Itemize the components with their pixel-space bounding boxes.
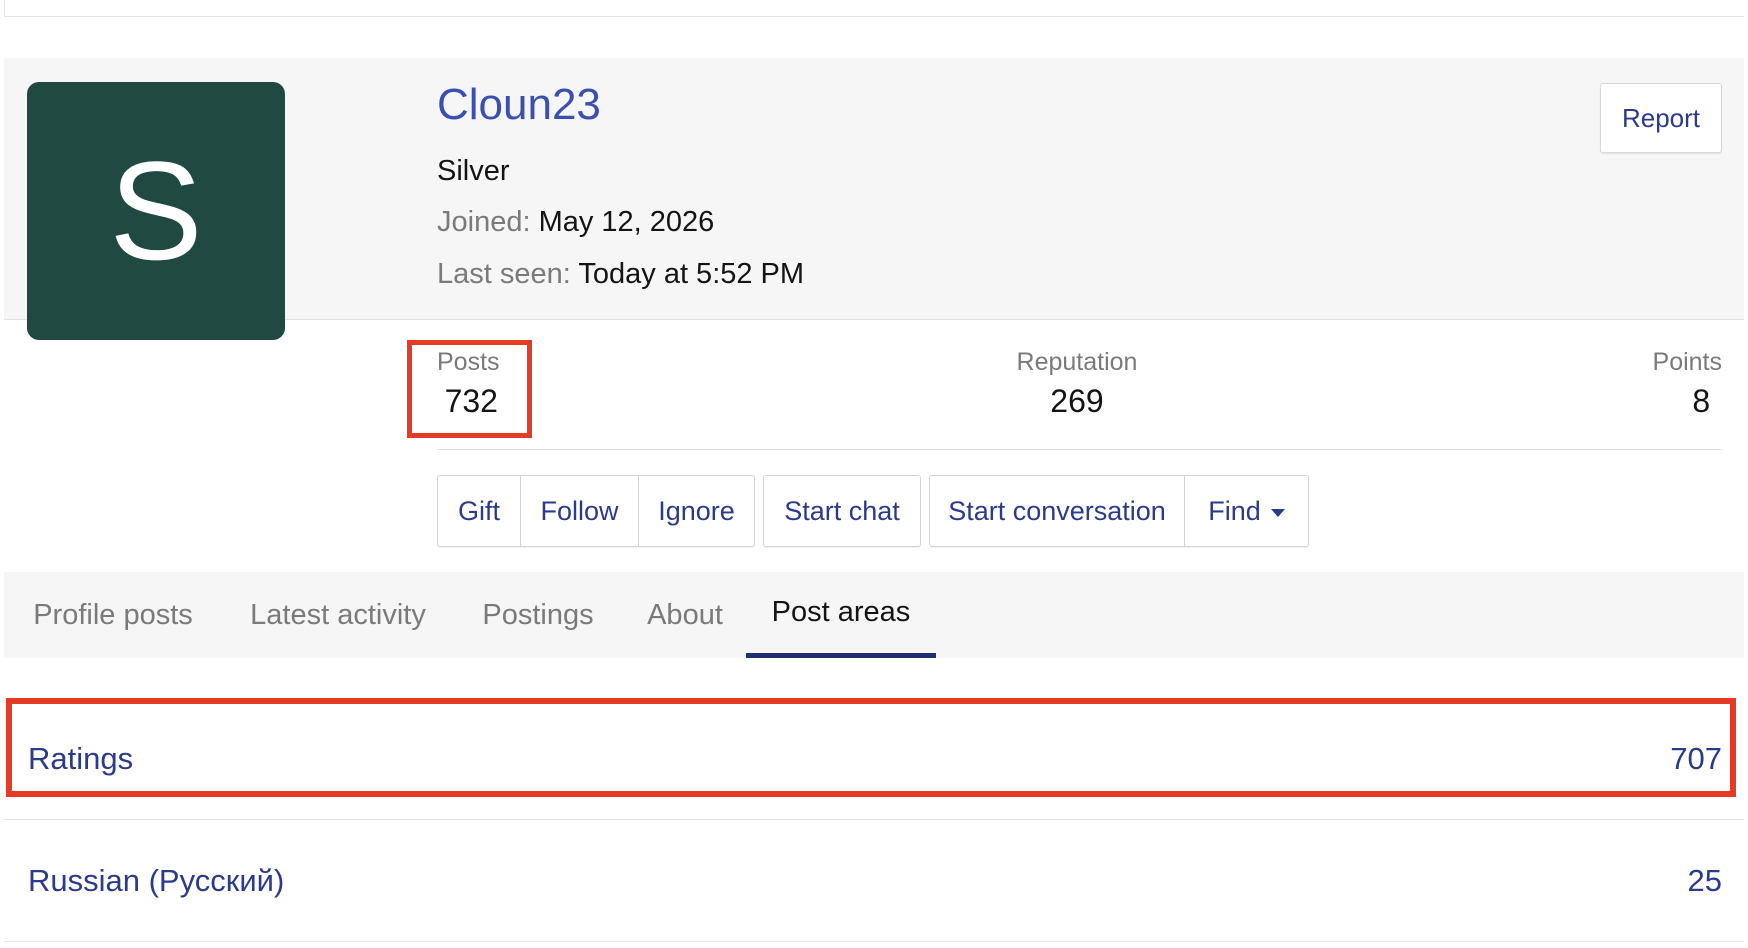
tab-latest-activity[interactable]: Latest activity bbox=[243, 572, 433, 658]
list-item[interactable]: Russian (Русский) 25 bbox=[4, 820, 1744, 942]
username-link[interactable]: Cloun23 bbox=[437, 80, 601, 130]
last-seen-info: Last seen: Today at 5:52 PM bbox=[437, 258, 804, 291]
joined-label: Joined: bbox=[437, 206, 531, 238]
start-conversation-button[interactable]: Start conversation bbox=[930, 476, 1184, 546]
stat-points: Points 8 bbox=[1653, 348, 1722, 420]
tab-about[interactable]: About bbox=[640, 572, 730, 658]
points-value: 8 bbox=[1692, 383, 1711, 419]
last-seen-value: Today at 5:52 PM bbox=[578, 258, 805, 290]
joined-info: Joined: May 12, 2026 bbox=[437, 206, 714, 239]
report-button[interactable]: Report bbox=[1600, 83, 1722, 153]
stat-reputation: Reputation 269 bbox=[1012, 348, 1142, 420]
reputation-label: Reputation bbox=[1016, 348, 1138, 376]
stats-bar: Posts 732 Reputation 269 Points 8 bbox=[437, 320, 1722, 450]
find-dropdown-button[interactable]: Find bbox=[1184, 476, 1308, 546]
find-label: Find bbox=[1208, 495, 1261, 526]
chevron-down-icon bbox=[1270, 508, 1285, 517]
top-divider bbox=[4, 0, 1744, 17]
post-area-name[interactable]: Russian (Русский) bbox=[28, 863, 284, 899]
action-group-primary: Gift Follow Ignore bbox=[437, 475, 755, 547]
avatar[interactable]: S bbox=[27, 82, 285, 340]
action-group-conversation: Start conversation Find bbox=[929, 475, 1309, 547]
user-title: Silver bbox=[437, 155, 510, 187]
gift-button[interactable]: Gift bbox=[438, 476, 520, 546]
last-seen-label: Last seen: bbox=[437, 258, 571, 290]
ignore-button[interactable]: Ignore bbox=[638, 476, 754, 546]
start-chat-button[interactable]: Start chat bbox=[764, 476, 920, 546]
tab-postings[interactable]: Postings bbox=[478, 572, 598, 658]
tab-post-areas[interactable]: Post areas bbox=[746, 572, 936, 658]
posts-highlight-box bbox=[407, 340, 532, 438]
joined-value: May 12, 2026 bbox=[538, 206, 715, 238]
follow-button[interactable]: Follow bbox=[520, 476, 638, 546]
profile-tabs: Profile posts Latest activity Postings A… bbox=[4, 572, 1744, 658]
points-label: Points bbox=[1652, 348, 1722, 376]
reputation-value: 269 bbox=[1050, 383, 1104, 419]
action-group-chat: Start chat bbox=[763, 475, 921, 547]
avatar-letter: S bbox=[109, 132, 203, 289]
post-area-count: 25 bbox=[1687, 862, 1722, 898]
ratings-highlight-box bbox=[6, 698, 1736, 797]
tab-profile-posts[interactable]: Profile posts bbox=[28, 572, 198, 658]
